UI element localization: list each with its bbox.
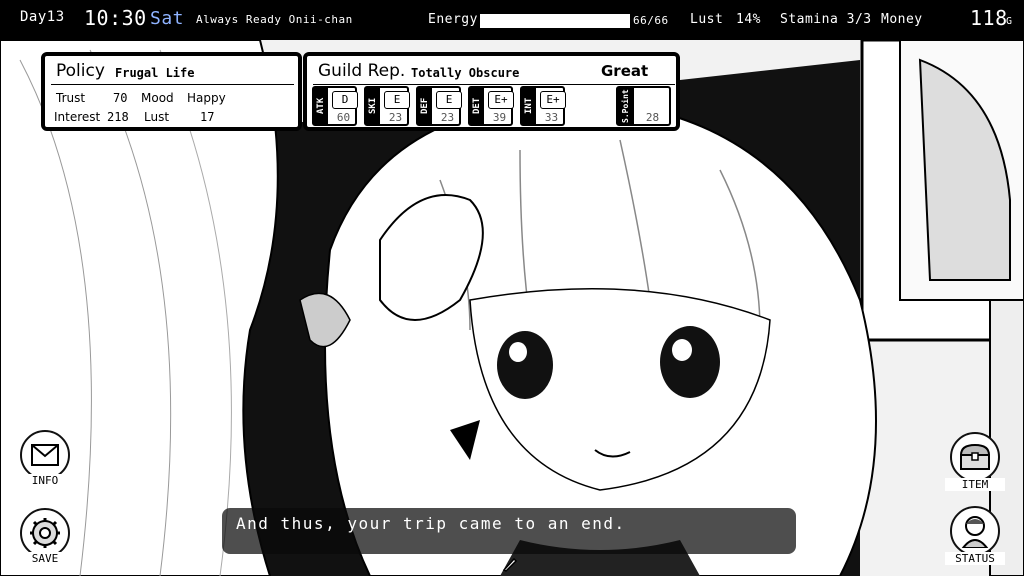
stat-grade: E+: [540, 91, 566, 109]
stat-label: DEF: [418, 88, 432, 124]
stamina-value: Stamina 3/3: [780, 12, 872, 27]
money-label: Money: [881, 12, 923, 27]
energy-value: 66/66: [633, 14, 669, 27]
guild-title: Guild Rep.: [318, 61, 406, 81]
stat-value: 23: [388, 111, 403, 124]
treasure-chest-icon: [959, 443, 991, 470]
save-button[interactable]: [20, 508, 70, 558]
lust-label: Lust: [690, 12, 724, 27]
stat-value: 33: [544, 111, 559, 124]
guild-panel: Guild Rep. Totally Obscure Great ATK D 6…: [303, 52, 680, 131]
stat-value: 23: [440, 111, 455, 124]
top-hud: Day13 10:30 Sat Always Ready Onii-chan E…: [0, 0, 1024, 40]
stat-value: 39: [492, 111, 507, 124]
stat-grade: E+: [488, 91, 514, 109]
stat-grade: D: [332, 91, 358, 109]
info-button[interactable]: [20, 430, 70, 480]
dialog-box[interactable]: And thus, your trip came to an end.: [222, 508, 796, 554]
policy-lust-value: 17: [200, 110, 215, 124]
info-label: INFO: [15, 474, 75, 487]
stat-label: DET: [470, 88, 484, 124]
day-counter: Day13: [20, 9, 65, 25]
stat-card-int: INT E+ 33: [520, 86, 566, 126]
character-portrait-icon: [961, 516, 989, 548]
energy-bar: [480, 14, 630, 28]
envelope-icon: [31, 444, 59, 466]
stat-card-det: DET E+ 39: [468, 86, 514, 126]
status-label: STATUS: [945, 552, 1005, 565]
mood-label: Mood: [141, 91, 174, 105]
interest-value: 218: [107, 110, 129, 124]
money-value: 118: [970, 6, 1008, 30]
energy-fill: [480, 14, 630, 28]
save-label: SAVE: [15, 552, 75, 565]
skill-point-label: S.Point: [618, 88, 634, 124]
stat-grade: E: [384, 91, 410, 109]
trust-label: Trust: [56, 91, 86, 105]
divider: [51, 84, 294, 85]
stat-label: SKI: [366, 88, 380, 124]
mood-value: Happy: [187, 91, 226, 105]
skill-point-value: 28: [645, 111, 660, 124]
policy-title: Policy: [56, 61, 105, 81]
lust-value: 14%: [736, 12, 761, 27]
policy-panel: Policy Frugal Life Trust 70 Mood Happy I…: [41, 52, 302, 131]
stat-value: 60: [336, 111, 351, 124]
stat-card-ski: SKI E 23: [364, 86, 410, 126]
item-button[interactable]: [950, 432, 1000, 482]
clock-time: 10:30: [84, 6, 147, 30]
energy-label: Energy: [428, 12, 478, 27]
item-label: ITEM: [945, 478, 1005, 491]
status-button[interactable]: [950, 506, 1000, 556]
skill-point-card: S.Point 28: [616, 86, 671, 126]
weekday: Sat: [150, 8, 185, 29]
stat-grade: E: [436, 91, 462, 109]
dialog-text: And thus, your trip came to an end.: [236, 514, 626, 533]
divider: [313, 84, 675, 85]
game-title: Always Ready Onii-chan: [196, 13, 353, 26]
stat-label: ATK: [314, 88, 328, 124]
quill-icon: [502, 557, 518, 572]
money-unit: G: [1006, 16, 1013, 27]
interest-label: Interest: [54, 110, 101, 124]
gear-icon: [30, 518, 60, 548]
guild-rating: Great: [601, 62, 649, 80]
guild-rep: Totally Obscure: [411, 66, 520, 80]
policy-lust-label: Lust: [144, 110, 170, 124]
stat-card-atk: ATK D 60: [312, 86, 358, 126]
stat-label: INT: [522, 88, 536, 124]
trust-value: 70: [113, 91, 128, 105]
policy-value: Frugal Life: [115, 66, 195, 80]
stat-card-def: DEF E 23: [416, 86, 462, 126]
